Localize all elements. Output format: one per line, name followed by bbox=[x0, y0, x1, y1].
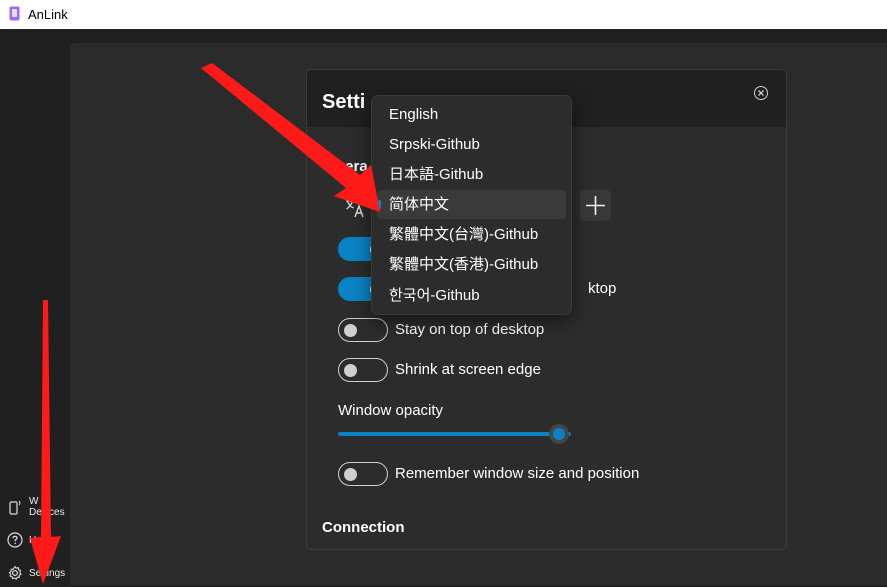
toggle-switch[interactable] bbox=[338, 358, 388, 382]
connection-section-header: Connection bbox=[322, 519, 405, 536]
general-section-header: nera bbox=[336, 158, 368, 175]
toggle-label: Stay on top of desktop bbox=[395, 321, 545, 338]
language-option-label: 简体中文 bbox=[389, 196, 450, 213]
dialog-title: Setti bbox=[322, 91, 366, 113]
nav-rail: W Devices H Settings bbox=[0, 29, 70, 585]
nav-item-label: H bbox=[29, 535, 37, 546]
language-dropdown: English Srpski-Github 日本語-Github 简体中文 繁體… bbox=[371, 95, 572, 315]
toggle-label: Shrink at screen edge bbox=[395, 361, 541, 378]
opacity-slider-track[interactable] bbox=[338, 432, 571, 436]
close-icon bbox=[758, 90, 764, 96]
close-button[interactable] bbox=[754, 86, 768, 100]
toggle-switch[interactable] bbox=[338, 318, 388, 342]
language-option[interactable]: 繁體中文(香港)-Github bbox=[377, 250, 566, 279]
nav-item-settings[interactable]: Settings bbox=[0, 561, 70, 587]
language-option[interactable]: 한국어-Github bbox=[377, 281, 566, 310]
nav-item-help[interactable]: H bbox=[0, 528, 70, 554]
toggle-label: ktop bbox=[588, 280, 617, 297]
toggle-label: Remember window size and position bbox=[395, 465, 640, 482]
language-option[interactable]: English bbox=[377, 100, 566, 129]
toggle-switch[interactable] bbox=[338, 462, 388, 486]
selection-indicator bbox=[378, 200, 381, 209]
nav-item-wireless-devices[interactable]: W Devices bbox=[0, 495, 70, 521]
language-option[interactable]: 繁體中文(台灣)-Github bbox=[377, 220, 566, 249]
language-option[interactable]: Srpski-Github bbox=[377, 130, 566, 159]
toggle-remember-window: Remember window size and position bbox=[338, 462, 758, 488]
title-bar: AnLink bbox=[0, 0, 887, 29]
plus-icon bbox=[586, 196, 605, 215]
toggle-shrink-edge: Shrink at screen edge bbox=[338, 358, 758, 384]
phone-wireless-icon bbox=[9, 500, 21, 515]
add-language-button[interactable] bbox=[580, 190, 611, 221]
app-title: AnLink bbox=[28, 7, 68, 22]
help-icon bbox=[7, 532, 23, 548]
translate-icon bbox=[346, 199, 364, 218]
language-option-selected[interactable]: 简体中文 bbox=[377, 190, 566, 219]
opacity-label: Window opacity bbox=[338, 402, 444, 419]
toggle-stay-on-top: Stay on top of desktop bbox=[338, 318, 758, 344]
language-option[interactable]: 日本語-Github bbox=[377, 160, 566, 189]
nav-item-label: W Devices bbox=[29, 496, 65, 518]
gear-icon bbox=[8, 565, 22, 580]
app-logo-icon bbox=[9, 6, 20, 21]
opacity-slider-thumb[interactable] bbox=[549, 424, 569, 444]
nav-item-label: Settings bbox=[29, 568, 66, 579]
